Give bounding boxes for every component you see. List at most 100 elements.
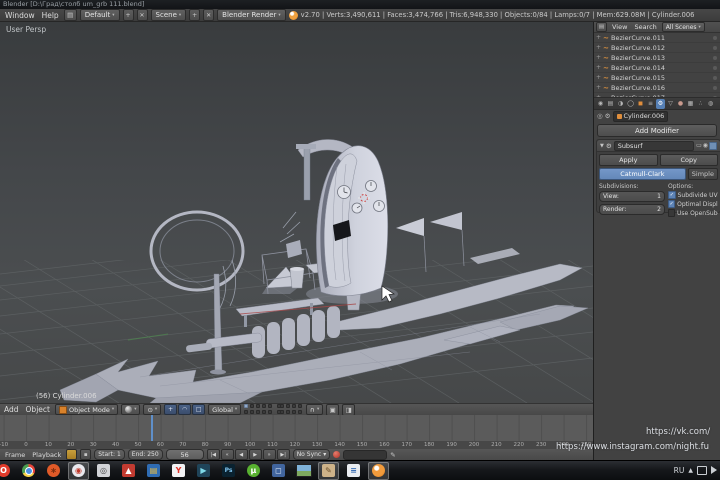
restrict-icon[interactable] [713, 75, 717, 80]
checkbox-icon[interactable]: ✓ [668, 191, 676, 199]
record-button[interactable] [333, 451, 341, 458]
modifier-option[interactable]: ✓ Subdivide UVs [668, 191, 718, 199]
screen-layout-icon[interactable]: ▤ [63, 9, 77, 21]
physics-tab[interactable]: ◍ [706, 99, 715, 109]
current-frame-cursor[interactable] [151, 415, 153, 441]
render-tab[interactable]: ◉ [596, 99, 605, 109]
restrict-icon[interactable] [713, 65, 717, 70]
modifier-panel-header[interactable]: ▼ ⚙ Subsurf ▭ ◉ [597, 140, 720, 152]
scale-manipulator-button[interactable]: □ [192, 404, 206, 415]
menu-help[interactable]: Help [40, 11, 61, 20]
outliner-item[interactable]: + ~ BezierCurve.012 [594, 43, 720, 53]
outliner-item[interactable]: + ~ BezierCurve.014 [594, 63, 720, 73]
add-layout-button[interactable]: + [122, 9, 134, 21]
restrict-icon[interactable] [713, 35, 717, 40]
outliner-item[interactable]: + ~ BezierCurve.016 [594, 83, 720, 93]
layer-dot[interactable] [268, 404, 273, 408]
world-tab[interactable]: ◯ [626, 99, 635, 109]
current-frame-field[interactable]: 56 [165, 449, 204, 460]
menu-window[interactable]: Window [3, 11, 37, 20]
layer-dot[interactable] [298, 404, 303, 408]
view-subdivisions-slider[interactable]: View: 1 [599, 191, 665, 202]
tray-expand-icon[interactable]: ▲ [688, 467, 693, 474]
particles-tab[interactable]: ∴ [696, 99, 705, 109]
texture-tab[interactable]: ▦ [686, 99, 695, 109]
outliner-menu-search[interactable]: Search [632, 23, 658, 31]
simple-button[interactable]: Simple [687, 168, 718, 180]
playback-button-5[interactable]: ▶| [276, 449, 290, 460]
paint-icon[interactable]: ✎ [318, 461, 339, 480]
blender-icon[interactable] [368, 461, 389, 480]
language-indicator[interactable]: RU [674, 466, 685, 475]
snap-selector[interactable]: ∪ ▾ [306, 404, 324, 415]
layer-dot[interactable] [256, 410, 261, 414]
file-manager-icon[interactable]: ▤ [143, 462, 164, 480]
object-tab[interactable]: ◼ [636, 99, 645, 109]
catmull-clark-button[interactable]: Catmull-Clark [599, 168, 686, 180]
restrict-icon[interactable] [713, 85, 717, 90]
menu-add[interactable]: Add [2, 405, 21, 414]
layer-dot[interactable] [262, 404, 267, 408]
photos-icon[interactable] [293, 462, 314, 480]
timeline-track[interactable] [0, 415, 593, 442]
utorrent-icon[interactable]: µ [243, 462, 264, 480]
layer-dot[interactable] [298, 410, 303, 414]
layer-dot[interactable] [256, 404, 261, 408]
menu-object[interactable]: Object [24, 405, 52, 414]
3d-viewport[interactable]: User Persp (56) Cylinder.006 [0, 22, 593, 403]
pin-icon[interactable]: ◎ [597, 112, 603, 120]
render-visibility-icon[interactable]: ▭ [696, 142, 702, 149]
lock-icon[interactable]: ▪ [80, 449, 92, 460]
orientation-selector[interactable]: Global ▾ [208, 404, 242, 415]
expand-icon[interactable]: + [596, 44, 601, 51]
constraints-tab[interactable]: ≡ [646, 99, 655, 109]
recorder-icon[interactable]: ◉ [68, 461, 89, 480]
mode-selector[interactable]: Object Mode ▾ [54, 404, 119, 415]
outliner-editor-icon[interactable]: ▤ [596, 22, 607, 32]
layer-dot[interactable] [244, 410, 249, 414]
scene-tab[interactable]: ◑ [616, 99, 625, 109]
outliner-menu-view[interactable]: View [610, 23, 629, 31]
apply-button[interactable]: Apply [599, 154, 658, 166]
restrict-icon[interactable] [713, 55, 717, 60]
expand-icon[interactable]: + [596, 54, 601, 61]
expand-icon[interactable]: + [596, 84, 601, 91]
keying-set-field[interactable] [343, 449, 388, 460]
layer-dot[interactable] [250, 410, 255, 414]
expand-triangle-icon[interactable]: ▼ [600, 143, 604, 149]
end-frame-field[interactable]: End: 250 [127, 449, 163, 460]
outliner-scope-selector[interactable]: All Scenes ▾ [661, 22, 705, 32]
render-subdivisions-slider[interactable]: Render: 2 [599, 204, 665, 215]
checkbox-icon[interactable]: ✓ [668, 200, 676, 208]
playback-button-3[interactable]: ▶ [248, 449, 262, 460]
expand-icon[interactable]: + [596, 74, 601, 81]
object-data-tab[interactable]: ▽ [666, 99, 675, 109]
context-object-chip[interactable]: Cylinder.006 [612, 110, 669, 122]
translate-manipulator-button[interactable]: + [164, 404, 178, 415]
copy-button[interactable]: Copy [659, 154, 718, 166]
material-tab[interactable]: ● [676, 99, 685, 109]
modifiers-tab[interactable]: ⚙ [656, 98, 665, 109]
camera-app-icon[interactable]: ◎ [93, 462, 114, 480]
playback-button-2[interactable]: ◀ [234, 449, 248, 460]
render-engine-selector[interactable]: Blender Render ▾ [217, 9, 286, 21]
media-player-icon[interactable]: ▶ [193, 462, 214, 480]
layer-dot[interactable] [262, 410, 267, 414]
add-scene-button[interactable]: + [189, 9, 201, 21]
layer-dot[interactable] [292, 410, 297, 414]
add-modifier-button[interactable]: Add Modifier [597, 124, 717, 137]
scene-selector[interactable]: Scene ▾ [150, 9, 187, 21]
outliner-item[interactable]: + ~ BezierCurve.011 [594, 33, 720, 43]
photoshop-icon[interactable]: Ps [218, 462, 239, 480]
layer-dot[interactable] [250, 404, 255, 408]
render-anim-button[interactable]: ◨ [342, 404, 356, 415]
editmode-visibility-icon[interactable] [709, 141, 717, 150]
expand-icon[interactable]: + [596, 34, 601, 41]
sync-selector[interactable]: No Sync ▾ [292, 449, 331, 460]
editor-icon[interactable]: ≡ [343, 462, 364, 480]
render-layers-tab[interactable]: ▤ [606, 99, 615, 109]
modifier-name-field[interactable]: Subsurf [613, 140, 695, 151]
layer-dot[interactable] [280, 410, 285, 414]
playback-button-0[interactable]: |◀ [206, 449, 220, 460]
checkbox-icon[interactable] [668, 209, 675, 217]
